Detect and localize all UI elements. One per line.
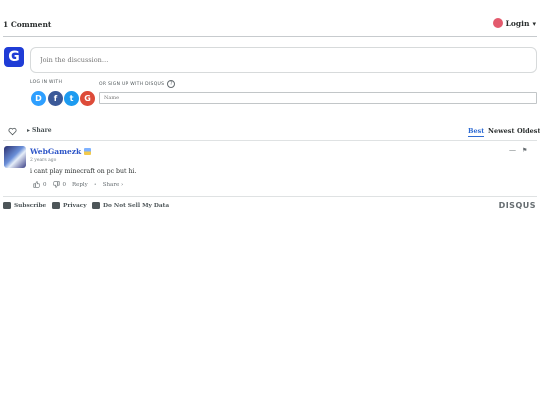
flag-icon[interactable]: ⚑ — [522, 147, 527, 154]
comment-input[interactable] — [30, 47, 537, 73]
disqus-logo[interactable]: DISQUS — [499, 201, 536, 210]
login-label: Login — [505, 18, 530, 28]
signup-with-disqus-label: OR SIGN UP WITH DISQUS ? — [99, 80, 176, 88]
collapse-icon[interactable]: — — [509, 146, 516, 154]
comment-actions: 0 0 Reply • Share › — [33, 181, 123, 188]
upvote-button[interactable]: 0 — [33, 181, 47, 188]
sort-tab-best[interactable]: Best — [468, 127, 485, 137]
help-icon[interactable]: ? — [167, 80, 176, 88]
thumbs-down-icon — [52, 181, 60, 188]
comment-author[interactable]: WebGamezk — [30, 147, 92, 156]
upvote-count: 0 — [43, 181, 47, 188]
toolbar-divider — [3, 140, 537, 141]
mail-icon — [3, 202, 11, 209]
privacy-label: Privacy — [63, 202, 87, 209]
sort-tab-newest[interactable]: Newest — [488, 127, 514, 135]
comment-count: 1 Comment — [3, 20, 52, 29]
sort-tab-oldest[interactable]: Oldest — [517, 127, 540, 135]
facebook-login-button[interactable]: f — [48, 91, 63, 106]
share-thread-button[interactable]: ▸ Share — [27, 127, 52, 134]
user-badge-icon — [84, 148, 92, 155]
do-not-sell-link[interactable]: Do Not Sell My Data — [92, 202, 169, 209]
reply-button[interactable]: Reply — [72, 182, 88, 188]
comment-body: i cant play minecraft on pc but hi. — [30, 168, 137, 175]
disqus-login-button[interactable]: D — [31, 91, 46, 106]
subscribe-label: Subscribe — [14, 202, 47, 209]
thumbs-up-icon — [33, 181, 40, 188]
twitter-login-button[interactable]: t — [64, 91, 79, 106]
info-icon — [92, 202, 100, 209]
lock-icon — [52, 202, 60, 209]
login-icon — [492, 18, 503, 28]
commenter-avatar[interactable] — [4, 146, 26, 168]
downvote-count: 0 — [62, 181, 67, 188]
login-button[interactable]: Login ▾ — [492, 18, 536, 28]
share-label: Share — [32, 127, 52, 134]
google-login-button[interactable]: G — [80, 91, 95, 106]
share-comment-button[interactable]: Share › — [103, 182, 123, 188]
heart-icon[interactable] — [8, 127, 17, 136]
comment-author-name: WebGamezk — [30, 147, 82, 156]
share-icon: ▸ — [27, 127, 31, 134]
comments-divider — [3, 196, 537, 197]
name-field[interactable] — [99, 92, 537, 104]
chevron-down-icon: ▾ — [532, 18, 536, 28]
comment-timestamp[interactable]: 2 years ago — [30, 158, 56, 163]
downvote-button[interactable]: 0 — [52, 181, 67, 188]
signup-label-text: OR SIGN UP WITH DISQUS — [99, 81, 165, 87]
privacy-link[interactable]: Privacy — [52, 202, 87, 209]
login-with-label: LOG IN WITH — [30, 80, 63, 85]
user-avatar: G — [4, 47, 24, 67]
do-not-sell-label: Do Not Sell My Data — [103, 202, 170, 209]
separator-dot: • — [93, 181, 97, 188]
subscribe-link[interactable]: Subscribe — [3, 202, 46, 209]
header-divider — [3, 36, 537, 37]
